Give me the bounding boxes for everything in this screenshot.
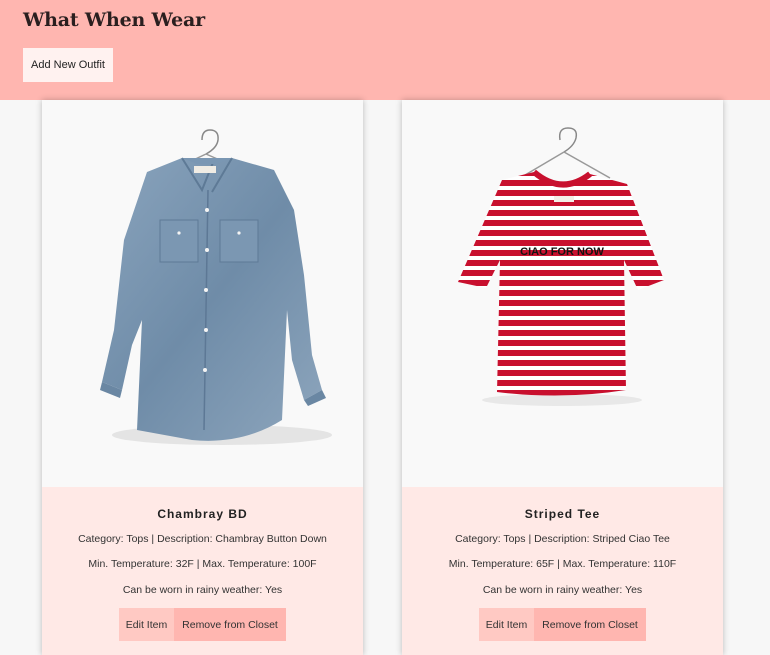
tee-print-text: CIAO FOR NOW	[520, 246, 604, 258]
item-actions: Edit Item Remove from Closet	[479, 608, 646, 641]
outfit-card: CIAO FOR NOW Striped Tee Category: Tops …	[402, 100, 723, 655]
item-category-description: Category: Tops | Description: Striped Ci…	[455, 533, 670, 545]
outfit-card: Chambray BD Category: Tops | Description…	[42, 100, 363, 655]
item-name: Striped Tee	[524, 507, 601, 521]
item-actions: Edit Item Remove from Closet	[119, 608, 286, 641]
add-new-outfit-button[interactable]: Add New Outfit	[23, 48, 113, 82]
item-temperature-range: Min. Temperature: 65F | Max. Temperature…	[448, 558, 677, 570]
remove-from-closet-button[interactable]: Remove from Closet	[534, 608, 646, 641]
item-rain-suitability: Can be worn in rainy weather: Yes	[122, 584, 283, 596]
item-details: Chambray BD Category: Tops | Description…	[42, 487, 363, 655]
item-image	[42, 100, 363, 487]
item-image: CIAO FOR NOW	[402, 100, 723, 487]
item-details: Striped Tee Category: Tops | Description…	[402, 487, 723, 655]
item-temperature-range: Min. Temperature: 32F | Max. Temperature…	[88, 558, 317, 570]
edit-item-button[interactable]: Edit Item	[479, 608, 534, 641]
denim-shirt-image	[100, 129, 332, 445]
item-rain-suitability: Can be worn in rainy weather: Yes	[482, 584, 643, 596]
item-name: Chambray BD	[157, 507, 248, 521]
striped-tee-image: CIAO FOR NOW	[458, 127, 664, 406]
app-title: What When Wear	[23, 9, 205, 31]
edit-item-button[interactable]: Edit Item	[119, 608, 174, 641]
remove-from-closet-button[interactable]: Remove from Closet	[174, 608, 286, 641]
app-header: What When Wear Add New Outfit	[0, 0, 770, 100]
item-category-description: Category: Tops | Description: Chambray B…	[78, 533, 327, 545]
